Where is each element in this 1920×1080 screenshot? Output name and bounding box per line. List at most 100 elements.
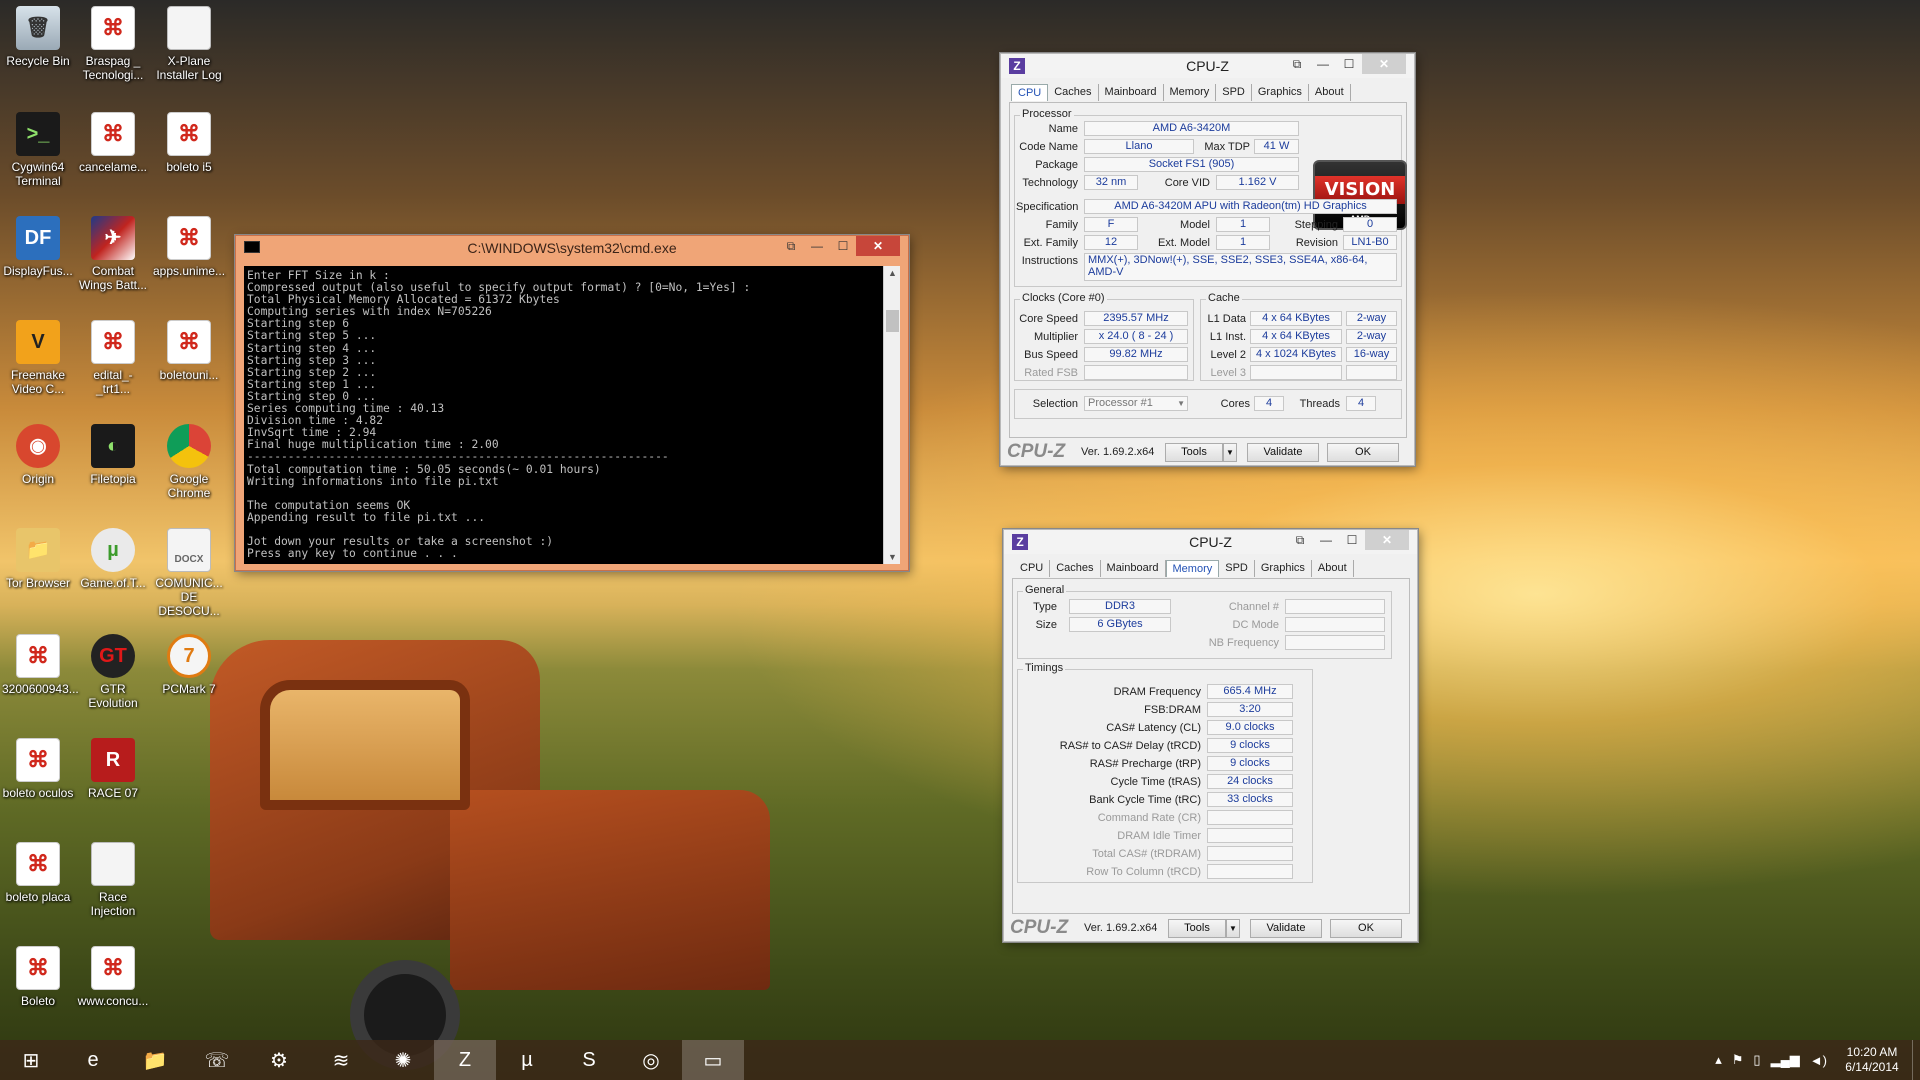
desktop-icon[interactable]: ⌘ boleto oculos	[2, 738, 74, 800]
tab-caches[interactable]: Caches	[1050, 560, 1101, 577]
cmd-window[interactable]: C:\WINDOWS\system32\cmd.exe ⧉ — ☐ ✕ Ente…	[235, 235, 909, 571]
desktop-icon[interactable]: 🗑 Recycle Bin	[2, 6, 74, 68]
code-name-value[interactable]: Llano	[1084, 139, 1194, 154]
desktop-icon[interactable]: ◉ Origin	[2, 424, 74, 486]
tab-about[interactable]: About	[1312, 560, 1354, 577]
timing-value[interactable]	[1207, 846, 1293, 861]
cpuz-taskbar-icon[interactable]: Z	[434, 1040, 496, 1080]
desktop-icon[interactable]: >_ Cygwin64 Terminal	[2, 112, 74, 188]
tab-graphics[interactable]: Graphics	[1255, 560, 1312, 577]
volume-icon[interactable]: ◄)	[1805, 1053, 1832, 1068]
core-speed-value[interactable]: 2395.57 MHz	[1084, 311, 1188, 326]
close-button[interactable]: ✕	[1365, 530, 1409, 550]
tab-cpu[interactable]: CPU	[1011, 84, 1049, 101]
desktop-icon[interactable]: Google Chrome	[153, 424, 225, 500]
tab-mainboard[interactable]: Mainboard	[1101, 560, 1166, 577]
network-icon[interactable]: ▂▄▆	[1766, 1052, 1805, 1068]
cmd-taskbar-icon[interactable]: ▭	[682, 1040, 744, 1080]
scroll-thumb[interactable]	[886, 310, 899, 332]
tab-graphics[interactable]: Graphics	[1252, 84, 1309, 101]
ok-button[interactable]: OK	[1330, 918, 1402, 938]
desktop-icon[interactable]: ⌘ boleto placa	[2, 842, 74, 904]
desktop-icon[interactable]: V Freemake Video C...	[2, 320, 74, 396]
steam-icon[interactable]: ⚙	[248, 1040, 310, 1080]
tab-caches[interactable]: Caches	[1048, 84, 1099, 101]
bus-speed-value[interactable]: 99.82 MHz	[1084, 347, 1188, 362]
instructions-value[interactable]: MMX(+), 3DNow!(+), SSE, SSE2, SSE3, SSE4…	[1084, 253, 1397, 281]
level2-way[interactable]: 16-way	[1346, 347, 1397, 362]
ok-button[interactable]: OK	[1327, 442, 1399, 462]
battery-icon[interactable]: ▯	[1748, 1052, 1765, 1068]
cpuz-memory-window[interactable]: Z CPU-Z ⧉ — ☐ ✕ CPU Caches Mainboard Memory…	[1003, 529, 1418, 942]
desktop-icon[interactable]: ⌘ Braspag _ Tecnologi...	[77, 6, 149, 82]
max-tdp-value[interactable]: 41 W	[1254, 139, 1299, 154]
stepping-value[interactable]: 0	[1343, 217, 1397, 232]
desktop-icon[interactable]: ⌘ boleto i5	[153, 112, 225, 174]
minimize-button[interactable]: —	[1310, 54, 1336, 74]
timing-value[interactable]: 3:20	[1207, 702, 1293, 717]
fan-icon[interactable]: ✺	[372, 1040, 434, 1080]
console-scrollbar[interactable]: ▲ ▼	[883, 266, 900, 564]
desktop-icon[interactable]: GT GTR Evolution	[77, 634, 149, 710]
maximize-button[interactable]: ☐	[830, 236, 856, 256]
desktop-icon[interactable]: µ Game.of.T...	[77, 528, 149, 590]
desktop-icon[interactable]: ⌘ boletouni...	[153, 320, 225, 382]
desktop-icon[interactable]: ⌘ Boleto	[2, 946, 74, 1008]
desktop-icon[interactable]: ⌘ cancelame...	[77, 112, 149, 174]
tab-about[interactable]: About	[1309, 84, 1351, 101]
technology-value[interactable]: 32 nm	[1084, 175, 1138, 190]
size-value[interactable]: 6 GBytes	[1069, 617, 1171, 632]
tab-cpu[interactable]: CPU	[1014, 560, 1051, 577]
scroll-down-icon[interactable]: ▼	[884, 552, 901, 562]
timing-value[interactable]: 9 clocks	[1207, 756, 1293, 771]
threads-value[interactable]: 4	[1346, 396, 1376, 411]
family-value[interactable]: F	[1084, 217, 1138, 232]
chrome-taskbar-icon[interactable]: ◎	[620, 1040, 682, 1080]
utorrent-taskbar-icon[interactable]: µ	[496, 1040, 558, 1080]
flag-icon[interactable]: ⚑	[1727, 1052, 1749, 1068]
ext-model-value[interactable]: 1	[1216, 235, 1270, 250]
tools-button[interactable]: Tools	[1168, 918, 1226, 938]
file-explorer-icon[interactable]: 📁	[124, 1040, 186, 1080]
tab-memory[interactable]: Memory	[1164, 84, 1217, 101]
desktop-icon[interactable]: DOCX COMUNIC... DE DESOCU...	[153, 528, 225, 618]
desktop-icon[interactable]: ◐ Filetopia	[77, 424, 149, 486]
restore-icon[interactable]: ⧉	[1287, 530, 1313, 550]
package-value[interactable]: Socket FS1 (905)	[1084, 157, 1299, 172]
tools-dropdown-icon[interactable]: ▼	[1226, 918, 1240, 938]
timing-value[interactable]: 9 clocks	[1207, 738, 1293, 753]
tab-spd[interactable]: SPD	[1216, 84, 1252, 101]
l1-inst-way[interactable]: 2-way	[1346, 329, 1397, 344]
timing-value[interactable]: 24 clocks	[1207, 774, 1293, 789]
desktop-icon[interactable]: ⌘ apps.unime...	[153, 216, 225, 278]
tab-spd[interactable]: SPD	[1219, 560, 1255, 577]
model-value[interactable]: 1	[1216, 217, 1270, 232]
scroll-up-icon[interactable]: ▲	[884, 268, 901, 278]
specification-value[interactable]: AMD A6-3420M APU with Radeon(tm) HD Grap…	[1084, 199, 1397, 214]
tab-memory[interactable]: Memory	[1165, 560, 1220, 577]
close-button[interactable]: ✕	[856, 236, 900, 256]
tools-button[interactable]: Tools	[1165, 442, 1223, 462]
cores-value[interactable]: 4	[1254, 396, 1284, 411]
maximize-button[interactable]: ☐	[1339, 530, 1365, 550]
timing-value[interactable]	[1207, 864, 1293, 879]
close-button[interactable]: ✕	[1362, 54, 1406, 74]
desktop-icon[interactable]: DF DisplayFus...	[2, 216, 74, 278]
console-output[interactable]: Enter FFT Size in k : Compressed output …	[244, 266, 890, 564]
minimize-button[interactable]: —	[1313, 530, 1339, 550]
validate-button[interactable]: Validate	[1247, 442, 1319, 462]
revision-value[interactable]: LN1-B0	[1343, 235, 1397, 250]
type-value[interactable]: DDR3	[1069, 599, 1171, 614]
nb-frequency-value[interactable]	[1285, 635, 1385, 650]
desktop-icon[interactable]: Race Injection	[77, 842, 149, 918]
start-button[interactable]: ⊞	[0, 1040, 62, 1080]
show-desktop-button[interactable]	[1912, 1040, 1920, 1080]
minimize-button[interactable]: —	[804, 236, 830, 256]
restore-icon[interactable]: ⧉	[778, 236, 804, 256]
name-value[interactable]: AMD A6-3420M	[1084, 121, 1299, 136]
desktop-icon[interactable]: 📁 Tor Browser	[2, 528, 74, 590]
l1-data-value[interactable]: 4 x 64 KBytes	[1250, 311, 1342, 326]
internet-explorer-icon[interactable]: e	[62, 1040, 124, 1080]
core-vid-value[interactable]: 1.162 V	[1216, 175, 1299, 190]
desktop-icon[interactable]: X-Plane Installer Log	[153, 6, 225, 82]
